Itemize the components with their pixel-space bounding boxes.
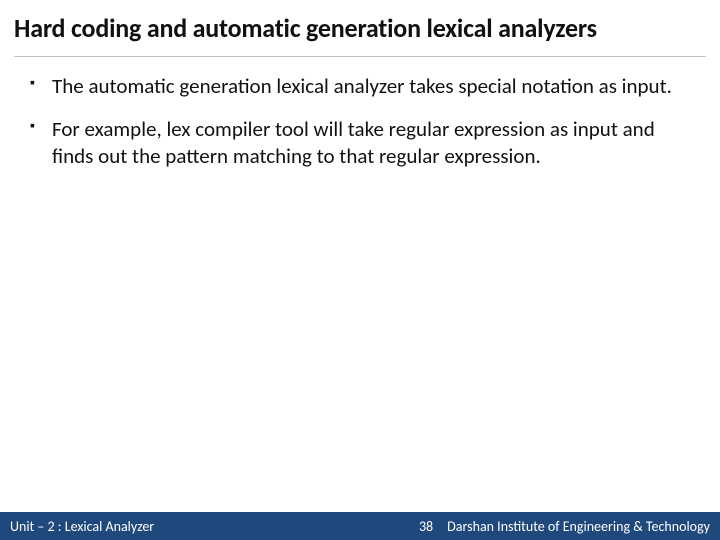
slide-title: Hard coding and automatic generation lex… <box>14 12 706 44</box>
content-area: The automatic generation lexical analyze… <box>0 57 720 540</box>
slide: Hard coding and automatic generation lex… <box>0 0 720 540</box>
footer-unit: Unit – 2 : Lexical Analyzer <box>0 518 154 535</box>
bullet-item: For example, lex compiler tool will take… <box>28 116 692 170</box>
title-area: Hard coding and automatic generation lex… <box>0 0 720 52</box>
bullet-list: The automatic generation lexical analyze… <box>28 73 692 170</box>
footer-bar: Unit – 2 : Lexical Analyzer 38 Darshan I… <box>0 512 720 540</box>
footer-page-number: 38 <box>405 518 447 535</box>
footer-institute: Darshan Institute of Engineering & Techn… <box>447 518 720 535</box>
bullet-item: The automatic generation lexical analyze… <box>28 73 692 100</box>
